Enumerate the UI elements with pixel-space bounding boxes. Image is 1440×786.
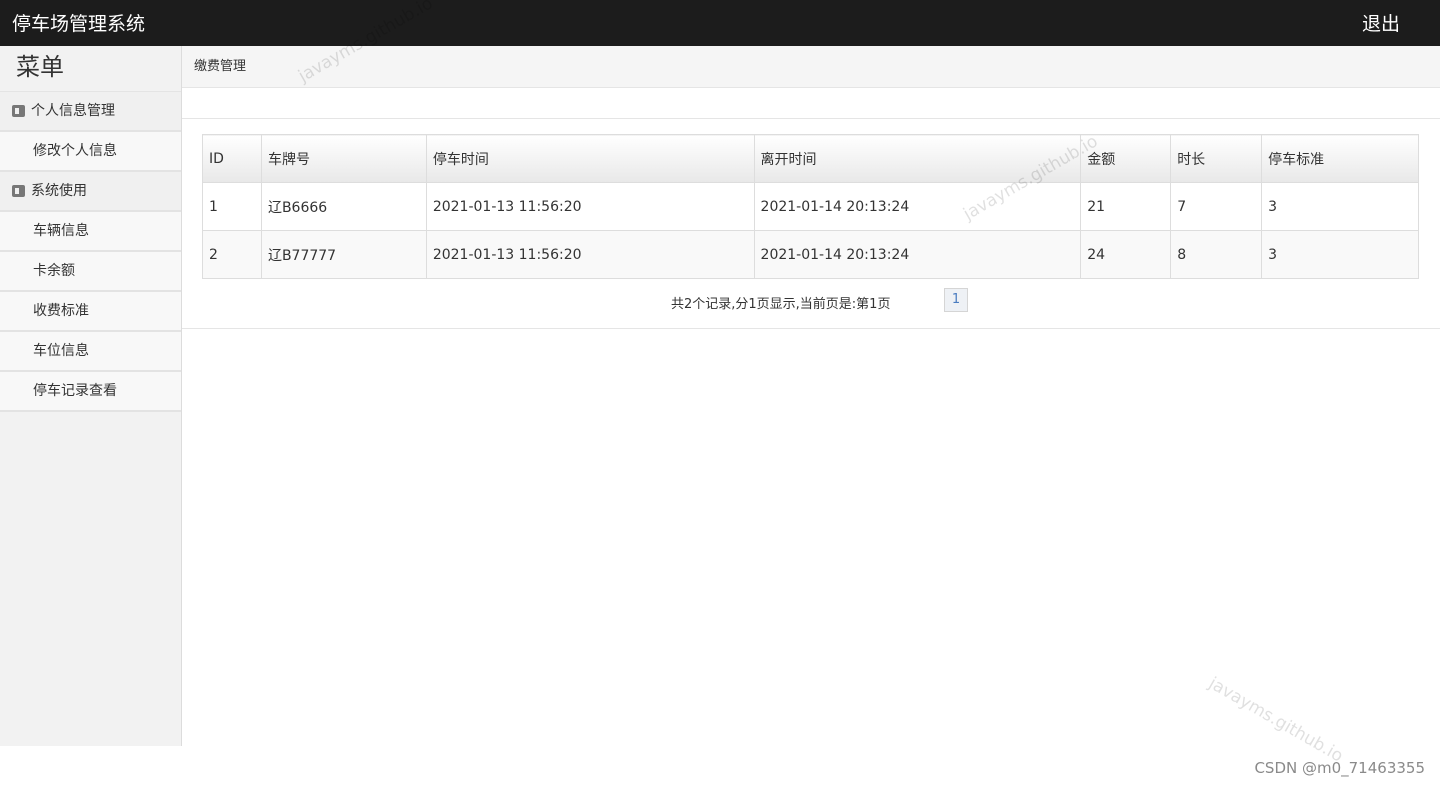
sidebar: 菜单 个人信息管理 修改个人信息 系统使用 车辆信息 卡余额 收费标准 车位信息…: [0, 46, 182, 746]
sidebar-group-system[interactable]: 系统使用: [0, 172, 181, 212]
column-header-id[interactable]: ID: [202, 134, 262, 183]
sidebar-item-card-balance[interactable]: 卡余额: [0, 252, 181, 292]
cell-park-time: 2021-01-13 11:56:20: [425, 182, 755, 231]
column-header-plate[interactable]: 车牌号: [260, 134, 427, 183]
pagination-info: 共2个记录,分1页显示,当前页是:第1页: [671, 297, 891, 312]
top-navbar: 停车场管理系统 退出: [0, 0, 1440, 46]
cell-leave-time: 2021-01-14 20:13:24: [753, 182, 1082, 231]
cell-duration: 7: [1170, 182, 1263, 231]
cell-amount: 24: [1080, 230, 1172, 279]
menu-title: 菜单: [0, 46, 181, 92]
cell-plate: 辽B77777: [260, 230, 427, 279]
cell-standard: 3: [1261, 182, 1419, 231]
cell-id: 2: [202, 230, 262, 279]
column-header-standard[interactable]: 停车标准: [1261, 134, 1419, 183]
logout-link[interactable]: 退出: [1362, 9, 1400, 36]
sidebar-item-edit-profile[interactable]: 修改个人信息: [0, 132, 181, 172]
sidebar-group-label: 系统使用: [31, 183, 87, 199]
cell-amount: 21: [1080, 182, 1172, 231]
records-panel: ID 车牌号 停车时间 离开时间 金额 时长 停车标准 1 辽B6666 202…: [182, 119, 1440, 329]
cell-plate: 辽B6666: [260, 182, 427, 231]
page-button-1[interactable]: 1: [944, 288, 968, 312]
contact-card-icon: [12, 185, 25, 197]
column-header-park-time[interactable]: 停车时间: [425, 134, 755, 183]
payment-table: ID 车牌号 停车时间 离开时间 金额 时长 停车标准 1 辽B6666 202…: [202, 134, 1419, 279]
table-row[interactable]: 1 辽B6666 2021-01-13 11:56:20 2021-01-14 …: [202, 182, 1419, 231]
table-header-row: ID 车牌号 停车时间 离开时间 金额 时长 停车标准: [202, 134, 1419, 183]
sidebar-item-space-info[interactable]: 车位信息: [0, 332, 181, 372]
breadcrumb: 缴费管理: [182, 46, 1440, 88]
sidebar-item-vehicle-info[interactable]: 车辆信息: [0, 212, 181, 252]
sidebar-group-personal[interactable]: 个人信息管理: [0, 92, 181, 132]
table-row[interactable]: 2 辽B77777 2021-01-13 11:56:20 2021-01-14…: [202, 230, 1419, 279]
main-content: 缴费管理 ID 车牌号 停车时间 离开时间 金额 时长 停车标准 1 辽B666…: [182, 46, 1440, 786]
cell-id: 1: [202, 182, 262, 231]
contact-card-icon: [12, 105, 25, 117]
footer-credit: CSDN @m0_71463355: [1254, 759, 1425, 777]
app-title: 停车场管理系统: [12, 13, 146, 35]
cell-leave-time: 2021-01-14 20:13:24: [753, 230, 1082, 279]
toolbar-band: [182, 88, 1440, 119]
sidebar-item-fee-standard[interactable]: 收费标准: [0, 292, 181, 332]
column-header-duration[interactable]: 时长: [1170, 134, 1263, 183]
sidebar-group-label: 个人信息管理: [31, 103, 115, 119]
cell-duration: 8: [1170, 230, 1263, 279]
pagination: 共2个记录,分1页显示,当前页是:第1页 1: [202, 279, 1420, 329]
cell-standard: 3: [1261, 230, 1419, 279]
cell-park-time: 2021-01-13 11:56:20: [425, 230, 755, 279]
sidebar-item-parking-records[interactable]: 停车记录查看: [0, 372, 181, 412]
